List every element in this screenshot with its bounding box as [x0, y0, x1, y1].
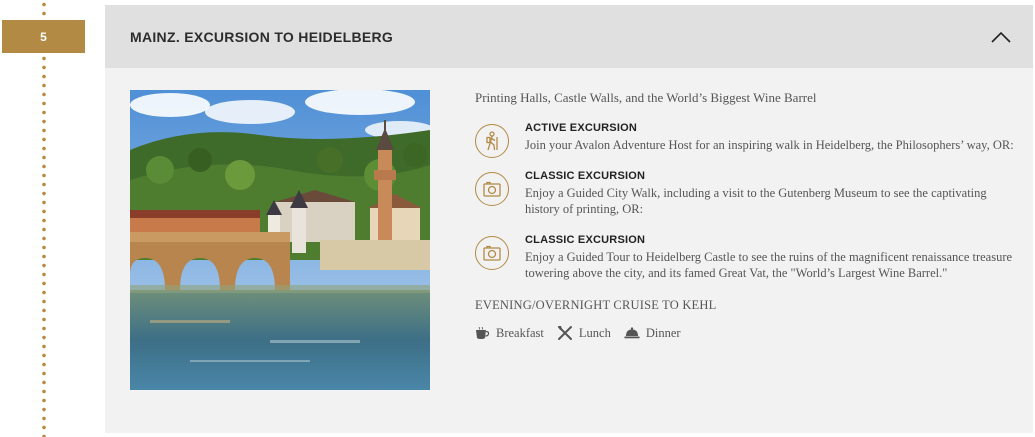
day-content: Printing Halls, Castle Walls, and the Wo… — [475, 90, 1015, 341]
meal-breakfast: Breakfast — [475, 326, 544, 341]
meal-label: Lunch — [578, 325, 611, 340]
cloche-icon — [624, 327, 640, 339]
camera-icon — [483, 245, 501, 261]
day-number: 5 — [40, 29, 47, 44]
day-subtitle: Printing Halls, Castle Walls, and the Wo… — [475, 90, 817, 105]
day-title: MAINZ. EXCURSION TO HEIDELBERG — [130, 28, 394, 45]
camera-icon-badge — [475, 236, 509, 270]
hiker-icon-badge — [475, 124, 509, 158]
excursion-item: ACTIVE EXCURSION Join your Avalon Advent… — [475, 122, 1015, 158]
excursion-item: CLASSIC EXCURSION Enjoy a Guided City Wa… — [475, 170, 1015, 217]
day-number-badge: 5 — [2, 20, 85, 53]
timeline-dotted-line — [42, 0, 46, 437]
camera-icon-badge — [475, 172, 509, 206]
excursion-item: CLASSIC EXCURSION Enjoy a Guided Tour to… — [475, 234, 1015, 281]
excursion-description: Enjoy a Guided City Walk, including a vi… — [525, 186, 987, 216]
accordion-header[interactable]: MAINZ. EXCURSION TO HEIDELBERG — [105, 5, 1033, 68]
chevron-up-icon — [991, 31, 1011, 43]
meal-label: Breakfast — [496, 325, 544, 340]
excursion-title: CLASSIC EXCURSION — [525, 170, 646, 182]
collapse-toggle[interactable] — [989, 25, 1013, 49]
meal-dinner: Dinner — [624, 326, 681, 341]
heidelberg-photo — [130, 90, 430, 390]
hiker-icon — [486, 131, 498, 151]
meals-list: Breakfast Lunch Dinner — [475, 325, 1015, 341]
camera-icon — [483, 181, 501, 197]
evening-note: EVENING/OVERNIGHT CRUISE TO KEHL — [475, 298, 717, 312]
excursion-description: Enjoy a Guided Tour to Heidelberg Castle… — [525, 250, 1013, 280]
meal-lunch: Lunch — [557, 325, 611, 341]
itinerary-day-panel: MAINZ. EXCURSION TO HEIDELBERG Printing … — [105, 5, 1033, 433]
coffee-cup-icon — [476, 326, 490, 339]
excursion-description: Join your Avalon Adventure Host for an i… — [525, 138, 1014, 152]
meal-label: Dinner — [645, 325, 681, 340]
excursion-title: ACTIVE EXCURSION — [525, 122, 637, 134]
heidelberg-illustration — [130, 90, 430, 390]
fork-knife-icon — [557, 326, 572, 340]
excursion-title: CLASSIC EXCURSION — [525, 234, 646, 246]
